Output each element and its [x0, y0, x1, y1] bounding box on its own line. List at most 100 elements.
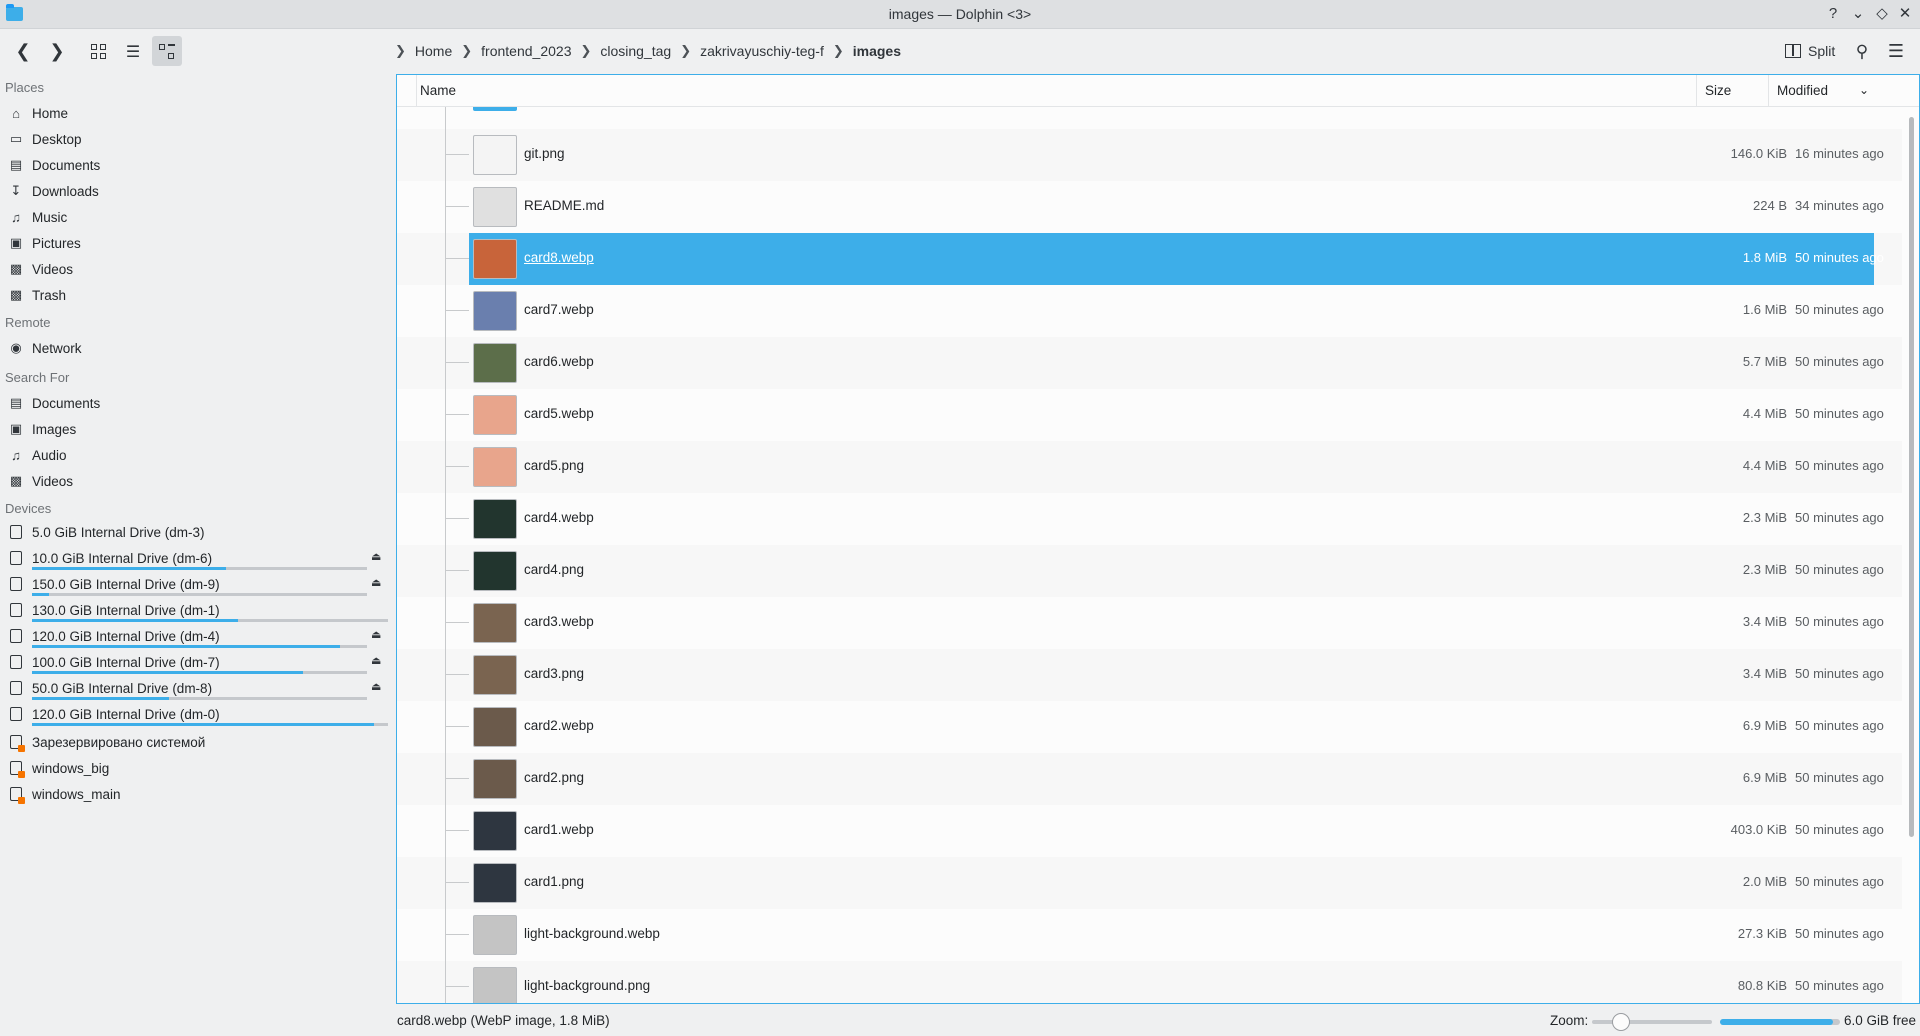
file-size: 3.4 MiB — [1742, 614, 1787, 629]
table-row[interactable]: card6.webp 5.7 MiB 50 minutes ago — [397, 337, 1902, 389]
forward-button[interactable]: ❯ — [42, 36, 72, 66]
remote-network[interactable]: ◉ Network — [0, 336, 390, 360]
table-row[interactable]: light-background.png 80.8 KiB 50 minutes a… — [397, 961, 1902, 1003]
search-documents[interactable]: ▤ Documents — [0, 391, 390, 415]
table-row[interactable]: README.md 224 B 34 minutes ago — [397, 181, 1902, 233]
device-item[interactable]: Зарезервировано системой — [0, 730, 390, 754]
file-name[interactable]: card2.webp — [524, 718, 594, 733]
file-name[interactable]: card6.webp — [524, 354, 594, 369]
table-row[interactable]: card3.png 3.4 MiB 50 minutes ago — [397, 649, 1902, 701]
split-button[interactable]: Split — [1785, 36, 1835, 66]
breadcrumb-frontend[interactable]: frontend_2023 — [481, 43, 571, 59]
details-view-button[interactable] — [152, 36, 182, 66]
device-item[interactable]: windows_main — [0, 782, 390, 806]
zoom-slider-handle[interactable] — [1612, 1013, 1630, 1031]
table-row[interactable]: card7.webp 1.6 MiB 50 minutes ago — [397, 285, 1902, 337]
table-row[interactable]: card5.png 4.4 MiB 50 minutes ago — [397, 441, 1902, 493]
table-row[interactable]: card8.webp 1.8 MiB 50 minutes ago — [397, 233, 1902, 285]
place-trash[interactable]: ▩ Trash — [0, 283, 390, 307]
tree-branch — [445, 986, 469, 987]
file-name[interactable]: card4.png — [524, 562, 584, 577]
vertical-scrollbar[interactable] — [1905, 107, 1917, 1003]
device-item[interactable]: 5.0 GiB Internal Drive (dm-3) — [0, 520, 390, 544]
breadcrumb-closing-tag[interactable]: closing_tag — [600, 43, 671, 59]
device-item[interactable]: windows_big — [0, 756, 390, 780]
file-name[interactable]: light-background.webp — [524, 926, 660, 941]
place-videos[interactable]: ▩ Videos — [0, 257, 390, 281]
breadcrumb-home[interactable]: Home — [415, 43, 452, 59]
file-name[interactable]: git.png — [524, 146, 565, 161]
search-audio[interactable]: ♫ Audio — [0, 443, 390, 467]
place-downloads[interactable]: ↧ Downloads — [0, 179, 390, 203]
file-name[interactable]: card5.png — [524, 458, 584, 473]
table-row[interactable]: git.png 146.0 KiB 16 minutes ago — [397, 129, 1902, 181]
tree-line — [445, 857, 446, 909]
place-home[interactable]: ⌂ Home — [0, 101, 390, 125]
eject-icon[interactable]: ⏏ — [371, 654, 381, 667]
file-name[interactable]: card2.png — [524, 770, 584, 785]
breadcrumb-root-chevron-icon[interactable]: ❯ — [395, 43, 406, 59]
file-name[interactable]: card4.webp — [524, 510, 594, 525]
device-label: 10.0 GiB Internal Drive (dm-6) — [32, 550, 213, 566]
remote-section-title: Remote — [5, 315, 51, 330]
tree-branch — [445, 258, 469, 259]
file-name[interactable]: card8.webp — [524, 250, 594, 265]
table-row[interactable]: card1.png 2.0 MiB 50 minutes ago — [397, 857, 1902, 909]
scrollbar-thumb[interactable] — [1909, 117, 1914, 837]
table-row[interactable]: card3.webp 3.4 MiB 50 minutes ago — [397, 597, 1902, 649]
table-row[interactable]: light-background.webp 27.3 KiB 50 minutes … — [397, 909, 1902, 961]
breadcrumb-images[interactable]: images — [853, 43, 901, 59]
minimize-icon[interactable]: ⌄ — [1848, 4, 1868, 24]
close-icon[interactable]: ✕ — [1895, 4, 1915, 24]
file-name[interactable]: card5.webp — [524, 406, 594, 421]
sort-chevron-down-icon[interactable]: ⌄ — [1859, 83, 1869, 97]
place-music[interactable]: ♫ Music — [0, 205, 390, 229]
table-row[interactable]: card4.webp 2.3 MiB 50 minutes ago — [397, 493, 1902, 545]
search-videos[interactable]: ▩ Videos — [0, 469, 390, 493]
eject-icon[interactable]: ⏏ — [371, 680, 381, 693]
eject-icon[interactable]: ⏏ — [371, 550, 381, 563]
file-name[interactable]: card7.webp — [524, 302, 594, 317]
search-images[interactable]: ▣ Images — [0, 417, 390, 441]
table-row[interactable]: card4.png 2.3 MiB 50 minutes ago — [397, 545, 1902, 597]
table-row[interactable]: card1.webp 403.0 KiB 50 minutes ago — [397, 805, 1902, 857]
back-button[interactable]: ❮ — [8, 36, 38, 66]
menu-button[interactable]: ☰ — [1881, 36, 1911, 66]
table-row[interactable]: card5.webp 4.4 MiB 50 minutes ago — [397, 389, 1902, 441]
help-icon[interactable]: ? — [1823, 4, 1843, 24]
eject-icon[interactable]: ⏏ — [371, 628, 381, 641]
table-row[interactable]: card2.webp 6.9 MiB 50 minutes ago — [397, 701, 1902, 753]
breadcrumb-zakrivayuschiy[interactable]: zakrivayuschiy-teg-f — [700, 43, 824, 59]
place-label: Videos — [32, 261, 74, 277]
table-row[interactable]: card2.png 6.9 MiB 50 minutes ago — [397, 753, 1902, 805]
file-size: 2.0 MiB — [1742, 874, 1787, 889]
file-name[interactable]: light-background.png — [524, 978, 650, 993]
place-desktop[interactable]: ▭ Desktop — [0, 127, 390, 151]
file-name[interactable]: card1.webp — [524, 822, 594, 837]
devices-section-title: Devices — [5, 501, 52, 516]
chevron-right-icon: ❯ — [680, 42, 692, 58]
tree-branch — [445, 310, 469, 311]
eject-icon[interactable]: ⏏ — [371, 576, 381, 589]
column-size[interactable]: Size — [1697, 75, 1769, 107]
file-name[interactable]: README.md — [524, 198, 604, 213]
column-name[interactable]: Name — [417, 75, 1697, 107]
search-button[interactable]: ⚲ — [1847, 36, 1877, 66]
file-size: 224 B — [1753, 198, 1787, 213]
table-row[interactable] — [397, 107, 1902, 129]
file-size: 1.8 MiB — [1742, 250, 1787, 265]
file-name[interactable]: card3.png — [524, 666, 584, 681]
file-name[interactable]: card3.webp — [524, 614, 594, 629]
file-modified: 50 minutes ago — [1795, 770, 1884, 785]
place-pictures[interactable]: ▣ Pictures — [0, 231, 390, 255]
remote-label: Network — [32, 340, 82, 356]
file-modified: 50 minutes ago — [1795, 614, 1884, 629]
desktop-icon: ▭ — [9, 131, 23, 146]
images-icon: ▣ — [9, 421, 23, 436]
place-documents[interactable]: ▤ Documents — [0, 153, 390, 177]
maximize-icon[interactable]: ◇ — [1872, 4, 1892, 24]
zoom-slider[interactable] — [1592, 1020, 1712, 1024]
icons-view-button[interactable] — [84, 36, 114, 66]
file-name[interactable]: card1.png — [524, 874, 584, 889]
compact-view-button[interactable]: ☰ — [118, 36, 148, 66]
